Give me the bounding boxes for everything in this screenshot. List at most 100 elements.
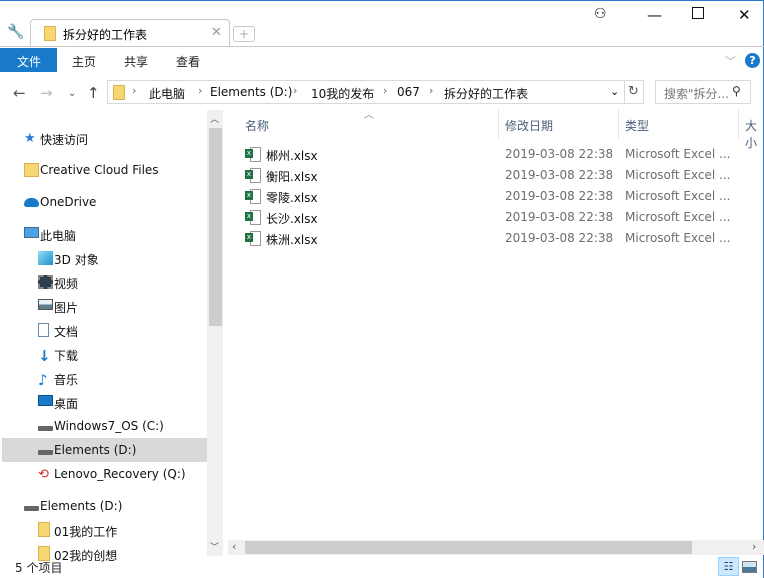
account-icon[interactable]: ⚇	[594, 6, 607, 22]
nav-item-5[interactable]: 视频	[2, 270, 207, 294]
recovery-drive-icon: ⟲	[38, 467, 49, 482]
file-row[interactable]: 株洲.xlsx 2019-03-08 22:38 Microsoft Excel…	[240, 228, 740, 249]
picture-icon	[38, 299, 53, 310]
file-date: 2019-03-08 22:38	[505, 147, 614, 161]
nav-item-8[interactable]: ↓ 下载	[2, 342, 207, 366]
tab-current-folder[interactable]: 拆分好的工作表 ✕	[30, 19, 230, 47]
nav-item-label: 快速访问	[40, 133, 89, 147]
nav-pane-scrollbar[interactable]: ︿ ﹀	[207, 110, 223, 556]
nav-item-2[interactable]: OneDrive	[2, 190, 207, 214]
breadcrumb-current[interactable]: 拆分好的工作表	[444, 85, 528, 102]
nav-item-15[interactable]: 01我的工作	[2, 518, 207, 542]
scroll-left-icon[interactable]: ‹	[232, 540, 236, 553]
file-row[interactable]: 郴州.xlsx 2019-03-08 22:38 Microsoft Excel…	[240, 144, 740, 165]
horizontal-scrollbar[interactable]: ‹ ›	[228, 540, 764, 555]
new-tab-button[interactable]: +	[233, 26, 255, 42]
drive-icon	[38, 450, 53, 455]
tab-file[interactable]: 文件	[0, 48, 57, 72]
column-header-type[interactable]: 类型	[625, 117, 649, 134]
item-count: 5 个项目	[15, 561, 63, 575]
ribbon-expand-chevron-icon[interactable]: ﹀	[725, 53, 736, 69]
column-divider[interactable]	[498, 110, 499, 138]
breadcrumb-elements[interactable]: Elements (D:)	[210, 85, 292, 99]
file-type: Microsoft Excel ...	[625, 168, 731, 182]
column-divider[interactable]	[738, 110, 739, 138]
file-date: 2019-03-08 22:38	[505, 210, 614, 224]
excel-file-icon	[245, 168, 261, 183]
scroll-thumb[interactable]	[209, 128, 222, 326]
refresh-button[interactable]: ↻	[624, 80, 644, 104]
excel-file-icon	[245, 189, 261, 204]
nav-item-6[interactable]: 图片	[2, 294, 207, 318]
nav-item-label: 此电脑	[40, 229, 77, 243]
search-icon[interactable]: ⚲	[732, 84, 741, 98]
nav-item-3[interactable]: 此电脑	[2, 222, 207, 246]
nav-item-12[interactable]: Elements (D:)	[2, 438, 207, 462]
column-divider[interactable]	[618, 110, 619, 138]
nav-item-label: Creative Cloud Files	[40, 163, 159, 177]
file-name: 株洲.xlsx	[266, 233, 318, 247]
breadcrumb-publish[interactable]: 10我的发布	[311, 85, 374, 102]
maximize-button[interactable]	[692, 7, 704, 19]
address-bar[interactable]: › 此电脑 › Elements (D:) › 10我的发布 › 067 › 拆…	[107, 80, 625, 104]
back-button[interactable]: ←	[13, 84, 26, 102]
chevron-right-icon: ›	[293, 84, 298, 97]
sort-ascending-icon: ︿	[364, 110, 374, 121]
file-row[interactable]: 衡阳.xlsx 2019-03-08 22:38 Microsoft Excel…	[240, 165, 740, 186]
settings-wrench-icon[interactable]: 🔧	[7, 24, 24, 40]
file-type: Microsoft Excel ...	[625, 147, 731, 161]
nav-item-label: 3D 对象	[54, 253, 99, 267]
video-icon	[38, 275, 53, 289]
nav-item-14[interactable]: Elements (D:)	[2, 494, 207, 518]
chevron-right-icon: ›	[132, 84, 137, 97]
nav-item-4[interactable]: 3D 对象	[2, 246, 207, 270]
column-header-size[interactable]: 大小	[745, 117, 764, 151]
address-dropdown-icon[interactable]: ⌄	[610, 85, 619, 98]
search-input[interactable]: 搜索"拆分... ⚲	[655, 80, 751, 104]
scroll-down-icon[interactable]: ﹀	[210, 540, 219, 553]
column-header-name[interactable]: 名称	[245, 117, 269, 134]
help-icon[interactable]: ?	[745, 53, 760, 68]
large-icons-view-button[interactable]	[742, 561, 757, 573]
column-header-date[interactable]: 修改日期	[505, 117, 553, 134]
drive-icon	[24, 506, 39, 511]
file-type: Microsoft Excel ...	[625, 210, 731, 224]
nav-item-0[interactable]: ★ 快速访问	[2, 126, 207, 150]
chevron-right-icon: ›	[429, 84, 434, 97]
tab-home[interactable]: 主页	[72, 53, 96, 70]
tab-close-icon[interactable]: ✕	[211, 25, 222, 40]
file-date: 2019-03-08 22:38	[505, 231, 614, 245]
breadcrumb-067[interactable]: 067	[397, 85, 420, 99]
file-row[interactable]: 长沙.xlsx 2019-03-08 22:38 Microsoft Excel…	[240, 207, 740, 228]
tab-share[interactable]: 共享	[124, 53, 148, 70]
cube-icon	[38, 251, 53, 265]
scroll-thumb[interactable]	[245, 541, 692, 554]
close-button[interactable]: ✕	[738, 6, 751, 24]
chevron-right-icon: ›	[198, 84, 203, 97]
nav-item-label: 文档	[54, 325, 79, 339]
nav-item-11[interactable]: Windows7_OS (C:)	[2, 414, 207, 438]
up-button[interactable]: ↑	[87, 84, 100, 102]
nav-item-13[interactable]: ⟲ Lenovo_Recovery (Q:)	[2, 462, 207, 486]
nav-item-10[interactable]: 桌面	[2, 390, 207, 414]
nav-item-1[interactable]: Creative Cloud Files	[2, 158, 207, 182]
scroll-right-icon[interactable]: ›	[752, 540, 756, 553]
scroll-up-icon[interactable]: ︿	[210, 112, 219, 125]
music-icon: ♪	[38, 371, 48, 389]
breadcrumb-this-pc[interactable]: 此电脑	[149, 85, 185, 102]
folder-icon	[44, 26, 56, 41]
file-type: Microsoft Excel ...	[625, 189, 731, 203]
file-date: 2019-03-08 22:38	[505, 168, 614, 182]
file-date: 2019-03-08 22:38	[505, 189, 614, 203]
tab-view[interactable]: 查看	[176, 53, 200, 70]
minimize-button[interactable]: —	[647, 6, 662, 24]
details-view-button[interactable]: ☷	[718, 557, 739, 576]
nav-item-7[interactable]: 文档	[2, 318, 207, 342]
nav-item-9[interactable]: ♪ 音乐	[2, 366, 207, 390]
forward-button[interactable]: →	[40, 84, 53, 102]
document-icon	[38, 323, 49, 337]
download-icon: ↓	[38, 347, 51, 365]
recent-locations-chevron-icon[interactable]: ⌄	[68, 88, 76, 99]
star-icon: ★	[24, 131, 36, 146]
file-row[interactable]: 零陵.xlsx 2019-03-08 22:38 Microsoft Excel…	[240, 186, 740, 207]
